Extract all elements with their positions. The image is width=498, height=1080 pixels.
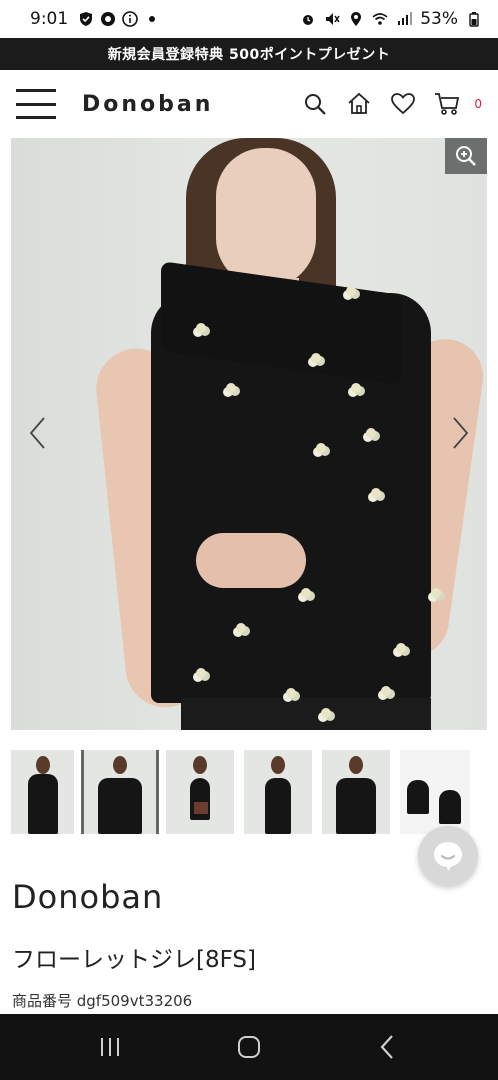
info-icon <box>122 11 138 27</box>
alarm-icon <box>303 15 314 25</box>
status-time: 9:01 <box>30 9 69 29</box>
thumbnail[interactable] <box>166 750 234 834</box>
thumbnail[interactable] <box>322 750 390 834</box>
zoom-icon[interactable] <box>445 138 487 174</box>
thumbnail[interactable] <box>244 750 312 834</box>
product-code: 商品番号 dgf509vt33206 <box>12 992 193 1010</box>
location-icon <box>351 12 362 26</box>
battery-percent: 53% <box>420 9 458 29</box>
site-logo[interactable]: Donoban <box>82 92 213 117</box>
wifi-icon <box>372 13 388 25</box>
site-header: Donoban 0 <box>0 70 498 138</box>
thumbnail[interactable] <box>400 750 470 834</box>
dot-icon <box>149 16 156 22</box>
product-brand[interactable]: Donoban <box>12 878 163 916</box>
menu-icon[interactable] <box>16 89 56 119</box>
thumbnail-strip <box>11 750 487 834</box>
mute-icon <box>326 13 340 25</box>
status-notification-icons <box>78 11 160 27</box>
search-icon[interactable] <box>302 91 328 117</box>
product-main-image[interactable] <box>11 138 487 730</box>
status-bar: 9:01 53% <box>0 0 498 38</box>
home-icon[interactable] <box>346 91 372 117</box>
system-nav-bar <box>0 1014 498 1080</box>
shield-icon <box>80 12 93 26</box>
battery-icon <box>469 12 479 27</box>
chevron-left-icon[interactable] <box>23 413 53 453</box>
home-button-icon[interactable] <box>229 1027 269 1067</box>
thumbnail-active[interactable] <box>81 750 159 834</box>
cart-icon[interactable] <box>434 91 460 117</box>
chat-button[interactable] <box>418 826 478 886</box>
status-right: 53% <box>300 9 482 29</box>
chevron-right-icon[interactable] <box>445 413 475 453</box>
chat-icon <box>434 842 462 871</box>
header-icons: 0 <box>302 91 482 117</box>
signal-icon <box>398 12 413 25</box>
product-name: フローレットジレ[8FS] <box>12 947 257 973</box>
chrome-icon <box>101 12 116 26</box>
promo-text: 新規会員登録特典 500ポイントプレゼント <box>107 47 391 63</box>
thumbnail[interactable] <box>11 750 74 834</box>
recent-apps-icon[interactable] <box>90 1027 130 1067</box>
cart-count-badge: 0 <box>474 97 482 111</box>
promo-banner[interactable]: 新規会員登録特典 500ポイントプレゼント <box>0 38 498 70</box>
heart-icon[interactable] <box>390 91 416 117</box>
back-icon[interactable] <box>368 1027 408 1067</box>
